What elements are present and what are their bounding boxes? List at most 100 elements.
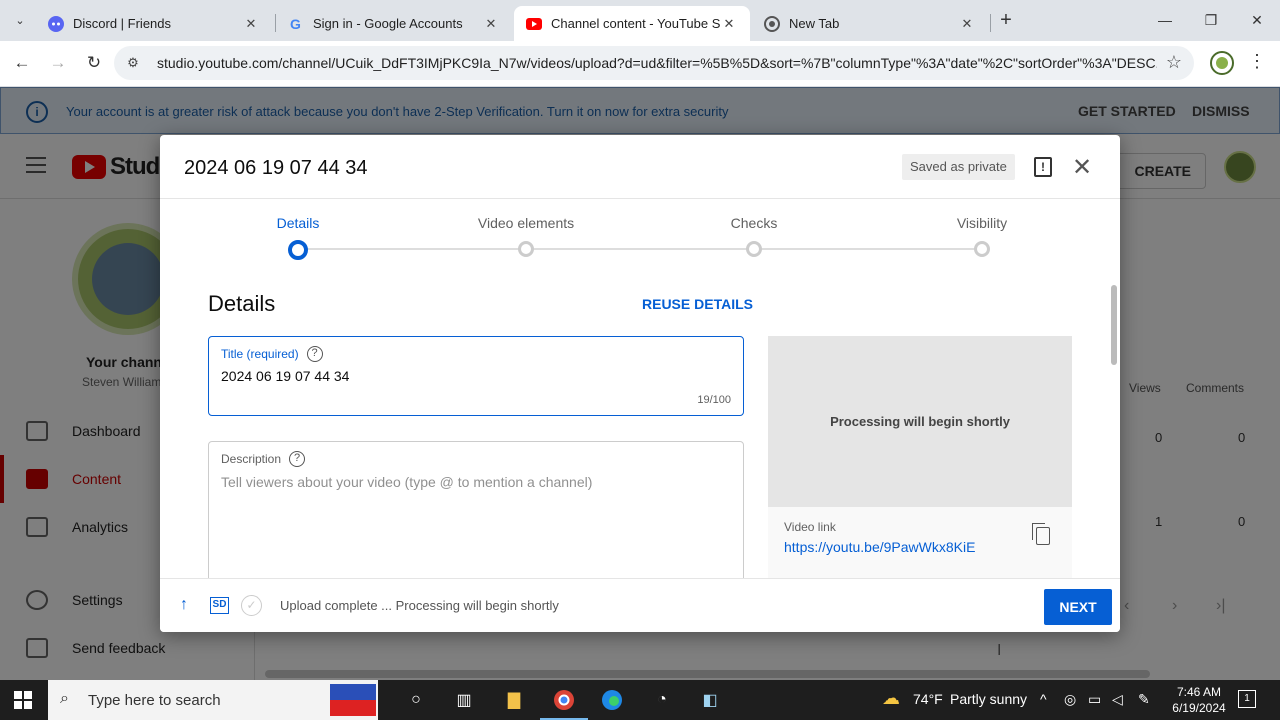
browser-tab-strip: ⌄ Discord | Friends ✕ G Sign in - Google…: [0, 0, 1280, 41]
step-label: Details: [276, 215, 320, 231]
chrome-menu-icon[interactable]: ⋮: [1248, 51, 1266, 72]
cortana-icon[interactable]: ○: [404, 688, 428, 712]
bookmark-star-icon[interactable]: ☆: [1166, 52, 1182, 73]
video-preview-panel: Processing will begin shortly Video link…: [768, 336, 1072, 580]
description-field-label: Description?: [221, 451, 306, 467]
video-link[interactable]: https://youtu.be/9PawWkx8KiE: [784, 539, 975, 555]
title-field-label: Title (required)?: [221, 346, 323, 362]
volume-muted-icon[interactable]: ◁: [1112, 691, 1123, 708]
discord-icon: [48, 15, 64, 32]
video-thumbnail-placeholder: Processing will begin shortly: [768, 336, 1072, 507]
browser-toolbar: ← → ↻ ⚙ studio.youtube.com/channel/UCuik…: [0, 41, 1280, 87]
help-icon[interactable]: ?: [289, 451, 306, 467]
dialog-scrollbar[interactable]: [1111, 285, 1117, 365]
step-indicator: [288, 240, 308, 260]
network-icon[interactable]: ▭: [1088, 691, 1101, 708]
step-visibility[interactable]: Visibility: [917, 215, 1047, 257]
description-input[interactable]: Tell viewers about your video (type @ to…: [221, 474, 592, 490]
upload-details-dialog: 2024 06 19 07 44 34 Saved as private ! ✕…: [160, 135, 1120, 632]
tab-separator: [990, 14, 991, 32]
windows-taskbar: ⌕ Type here to search ○ ▥ ▇ ◔ ◧ ☁ 74°F P…: [0, 680, 1280, 720]
copy-icon[interactable]: [1032, 523, 1050, 545]
section-title: Details: [208, 291, 276, 316]
temperature-text[interactable]: 74°F: [913, 691, 943, 707]
step-video-elements[interactable]: Video elements: [461, 215, 591, 257]
video-link-label: Video link: [784, 520, 836, 534]
system-clock[interactable]: 7:46 AM 6/19/2024: [1164, 684, 1234, 716]
close-icon[interactable]: ✕: [1072, 153, 1092, 182]
url-text[interactable]: studio.youtube.com/channel/UCuik_DdFT3IM…: [157, 55, 1157, 71]
close-tab-icon[interactable]: ✕: [242, 15, 260, 33]
dialog-footer: ↑ SD ✓ Upload complete ... Processing wi…: [160, 578, 1120, 632]
description-label-text: Description: [221, 452, 282, 466]
tab-label: Discord | Friends: [73, 16, 172, 31]
back-arrow-icon[interactable]: ←: [8, 49, 36, 77]
dialog-title: 2024 06 19 07 44 34: [184, 157, 368, 179]
close-tab-icon[interactable]: ✕: [720, 15, 738, 33]
clock-time: 7:46 AM: [1176, 685, 1222, 699]
google-icon: G: [288, 16, 304, 32]
tab-label: Channel content - YouTube Stu: [551, 16, 720, 31]
window-close-icon[interactable]: ✕: [1234, 0, 1280, 40]
tray-chevron-icon[interactable]: ^: [1040, 691, 1047, 707]
tab-new-tab[interactable]: New Tab ✕: [752, 6, 988, 41]
clock-date: 6/19/2024: [1172, 701, 1226, 715]
extension-avatar-icon[interactable]: [1210, 51, 1234, 75]
report-issue-icon[interactable]: !: [1034, 157, 1052, 177]
weather-icon[interactable]: ☁: [882, 688, 900, 709]
dialog-divider: [160, 198, 1120, 199]
windows-start-icon[interactable]: [14, 691, 32, 709]
title-input[interactable]: 2024 06 19 07 44 34: [221, 368, 349, 384]
title-field[interactable]: Title (required)? 2024 06 19 07 44 34 19…: [208, 336, 744, 416]
tab-label: Sign in - Google Accounts: [313, 16, 463, 31]
pen-icon[interactable]: ✎: [1138, 691, 1150, 708]
search-highlight-icon[interactable]: [330, 684, 376, 716]
processing-status-text: Processing will begin shortly: [830, 414, 1010, 429]
tab-youtube-studio[interactable]: Channel content - YouTube Stu ✕: [514, 6, 750, 41]
close-tab-icon[interactable]: ✕: [482, 15, 500, 33]
site-info-icon[interactable]: ⚙: [124, 54, 142, 72]
edge-icon[interactable]: [600, 688, 624, 712]
step-label: Visibility: [956, 215, 1008, 231]
chrome-taskbar-icon[interactable]: [540, 688, 588, 720]
upload-arrow-icon: ↑: [180, 596, 188, 613]
forward-arrow-icon[interactable]: →: [44, 49, 72, 77]
tab-label: New Tab: [789, 16, 840, 31]
notification-count: 1: [1244, 693, 1250, 704]
title-label-text: Title (required): [221, 347, 299, 361]
tab-discord[interactable]: Discord | Friends ✕: [36, 6, 272, 41]
tab-search-chevron-icon[interactable]: ⌄: [8, 8, 32, 32]
address-bar[interactable]: ⚙ studio.youtube.com/channel/UCuik_DdFT3…: [114, 46, 1194, 80]
step-label: Checks: [730, 215, 778, 231]
search-icon: ⌕: [60, 690, 69, 707]
title-char-count: 19/100: [697, 394, 731, 406]
reuse-details-button[interactable]: REUSE DETAILS: [642, 296, 753, 312]
close-tab-icon[interactable]: ✕: [958, 15, 976, 33]
step-checks[interactable]: Checks: [689, 215, 819, 257]
weather-text[interactable]: Partly sunny: [950, 691, 1027, 707]
taskbar-search[interactable]: ⌕ Type here to search: [48, 680, 378, 720]
taskbar-search-placeholder[interactable]: Type here to search: [88, 692, 221, 709]
minimize-icon[interactable]: —: [1142, 0, 1188, 40]
app-icon[interactable]: ◔: [650, 688, 674, 712]
chrome-icon: [764, 15, 780, 32]
reload-icon[interactable]: ↻: [80, 49, 108, 77]
restore-icon[interactable]: ❐: [1188, 0, 1234, 40]
saved-status-badge: Saved as private: [902, 154, 1015, 180]
tab-google-sign-in[interactable]: G Sign in - Google Accounts ✕: [276, 6, 512, 41]
step-details[interactable]: Details: [233, 215, 363, 260]
meet-now-icon[interactable]: ◎: [1064, 691, 1076, 708]
svg-text:G: G: [290, 16, 301, 32]
step-indicator: [518, 241, 534, 257]
new-tab-button[interactable]: +: [995, 9, 1017, 31]
text-cursor-icon: I: [997, 642, 1002, 659]
notes-app-icon[interactable]: ◧: [698, 688, 722, 712]
sd-badge-icon: SD: [210, 597, 229, 614]
description-field[interactable]: Description? Tell viewers about your vid…: [208, 441, 744, 601]
notification-center-icon[interactable]: 1: [1238, 690, 1256, 708]
help-icon[interactable]: ?: [306, 346, 323, 362]
file-explorer-icon[interactable]: ▇: [502, 688, 526, 712]
checks-icon: ✓: [241, 595, 262, 616]
next-button[interactable]: NEXT: [1044, 589, 1112, 625]
task-view-icon[interactable]: ▥: [452, 688, 476, 712]
